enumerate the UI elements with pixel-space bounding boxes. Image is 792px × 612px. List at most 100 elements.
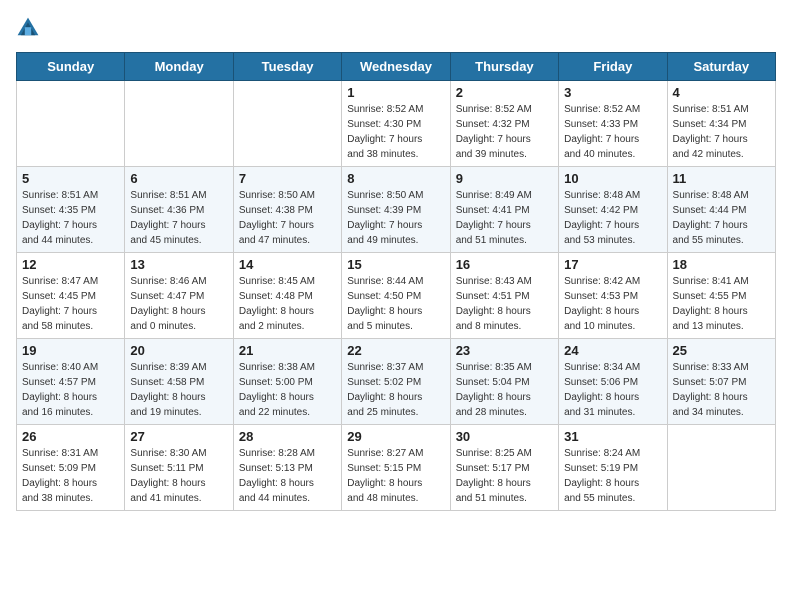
week-row-1: 1 Sunrise: 8:52 AMSunset: 4:30 PMDaylight… bbox=[17, 81, 776, 167]
calendar-cell: 17 Sunrise: 8:42 AMSunset: 4:53 PMDayligh… bbox=[559, 253, 667, 339]
day-number: 15 bbox=[347, 257, 444, 272]
week-row-2: 5 Sunrise: 8:51 AMSunset: 4:35 PMDaylight… bbox=[17, 167, 776, 253]
day-number: 5 bbox=[22, 171, 119, 186]
day-number: 12 bbox=[22, 257, 119, 272]
day-info: Sunrise: 8:52 AMSunset: 4:33 PMDaylight:… bbox=[564, 102, 661, 162]
day-number: 10 bbox=[564, 171, 661, 186]
calendar-cell bbox=[17, 81, 125, 167]
week-row-3: 12 Sunrise: 8:47 AMSunset: 4:45 PMDayligh… bbox=[17, 253, 776, 339]
day-number: 23 bbox=[456, 343, 553, 358]
calendar-cell: 22Sunrise: 8:37 AMSunset: 5:02 PMDayligh… bbox=[342, 339, 450, 425]
calendar-cell: 2Sunrise: 8:52 AMSunset: 4:32 PMDaylight… bbox=[450, 81, 558, 167]
day-info: Sunrise: 8:46 AMSunset: 4:47 PMDaylight:… bbox=[130, 274, 227, 334]
day-number: 7 bbox=[239, 171, 336, 186]
calendar-cell: 6 Sunrise: 8:51 AMSunset: 4:36 PMDaylight… bbox=[125, 167, 233, 253]
calendar-cell: 10 Sunrise: 8:48 AMSunset: 4:42 PMDayligh… bbox=[559, 167, 667, 253]
day-info: Sunrise: 8:44 AMSunset: 4:50 PMDaylight:… bbox=[347, 274, 444, 334]
day-info: Sunrise: 8:52 AMSunset: 4:30 PMDaylight:… bbox=[347, 102, 444, 162]
calendar-cell: 27Sunrise: 8:30 AMSunset: 5:11 PMDayligh… bbox=[125, 425, 233, 511]
calendar-cell: 25 Sunrise: 8:33 AMSunset: 5:07 PMDayligh… bbox=[667, 339, 775, 425]
day-info: Sunrise: 8:49 AMSunset: 4:41 PMDaylight:… bbox=[456, 188, 553, 248]
calendar-cell bbox=[667, 425, 775, 511]
day-headers-row: SundayMondayTuesdayWednesdayThursdayFrid… bbox=[17, 53, 776, 81]
day-info: Sunrise: 8:50 AMSunset: 4:38 PMDaylight:… bbox=[239, 188, 336, 248]
calendar-cell: 28 Sunrise: 8:28 AMSunset: 5:13 PMDayligh… bbox=[233, 425, 341, 511]
week-row-5: 26 Sunrise: 8:31 AMSunset: 5:09 PMDayligh… bbox=[17, 425, 776, 511]
day-info: Sunrise: 8:48 AMSunset: 4:42 PMDaylight:… bbox=[564, 188, 661, 248]
day-number: 29 bbox=[347, 429, 444, 444]
day-number: 8 bbox=[347, 171, 444, 186]
day-info: Sunrise: 8:51 AMSunset: 4:36 PMDaylight:… bbox=[130, 188, 227, 248]
day-number: 9 bbox=[456, 171, 553, 186]
day-info: Sunrise: 8:48 AMSunset: 4:44 PMDaylight:… bbox=[673, 188, 770, 248]
calendar-cell: 21 Sunrise: 8:38 AMSunset: 5:00 PMDayligh… bbox=[233, 339, 341, 425]
calendar-cell: 29 Sunrise: 8:27 AMSunset: 5:15 PMDayligh… bbox=[342, 425, 450, 511]
day-number: 25 bbox=[673, 343, 770, 358]
calendar-cell: 11 Sunrise: 8:48 AMSunset: 4:44 PMDayligh… bbox=[667, 167, 775, 253]
calendar-cell: 16 Sunrise: 8:43 AMSunset: 4:51 PMDayligh… bbox=[450, 253, 558, 339]
day-number: 21 bbox=[239, 343, 336, 358]
day-number: 22 bbox=[347, 343, 444, 358]
day-info: Sunrise: 8:39 AMSunset: 4:58 PMDaylight:… bbox=[130, 360, 227, 420]
day-number: 3 bbox=[564, 85, 661, 100]
day-header-tuesday: Tuesday bbox=[233, 53, 341, 81]
day-number: 11 bbox=[673, 171, 770, 186]
day-number: 6 bbox=[130, 171, 227, 186]
day-info: Sunrise: 8:33 AMSunset: 5:07 PMDaylight:… bbox=[673, 360, 770, 420]
calendar-cell: 31 Sunrise: 8:24 AMSunset: 5:19 PMDayligh… bbox=[559, 425, 667, 511]
day-number: 24 bbox=[564, 343, 661, 358]
calendar-cell: 23 Sunrise: 8:35 AMSunset: 5:04 PMDayligh… bbox=[450, 339, 558, 425]
day-number: 1 bbox=[347, 85, 444, 100]
day-info: Sunrise: 8:28 AMSunset: 5:13 PMDaylight:… bbox=[239, 446, 336, 506]
day-number: 26 bbox=[22, 429, 119, 444]
day-info: Sunrise: 8:47 AMSunset: 4:45 PMDaylight:… bbox=[22, 274, 119, 334]
calendar-cell: 24 Sunrise: 8:34 AMSunset: 5:06 PMDayligh… bbox=[559, 339, 667, 425]
day-header-wednesday: Wednesday bbox=[342, 53, 450, 81]
day-number: 17 bbox=[564, 257, 661, 272]
day-info: Sunrise: 8:34 AMSunset: 5:06 PMDaylight:… bbox=[564, 360, 661, 420]
day-info: Sunrise: 8:41 AMSunset: 4:55 PMDaylight:… bbox=[673, 274, 770, 334]
calendar-cell bbox=[233, 81, 341, 167]
day-number: 18 bbox=[673, 257, 770, 272]
day-info: Sunrise: 8:38 AMSunset: 5:00 PMDaylight:… bbox=[239, 360, 336, 420]
calendar-table: SundayMondayTuesdayWednesdayThursdayFrid… bbox=[16, 52, 776, 511]
calendar-cell: 18 Sunrise: 8:41 AMSunset: 4:55 PMDayligh… bbox=[667, 253, 775, 339]
calendar-cell: 12 Sunrise: 8:47 AMSunset: 4:45 PMDayligh… bbox=[17, 253, 125, 339]
calendar-cell: 14Sunrise: 8:45 AMSunset: 4:48 PMDayligh… bbox=[233, 253, 341, 339]
day-header-thursday: Thursday bbox=[450, 53, 558, 81]
day-number: 19 bbox=[22, 343, 119, 358]
calendar-cell: 4 Sunrise: 8:51 AMSunset: 4:34 PMDaylight… bbox=[667, 81, 775, 167]
week-row-4: 19Sunrise: 8:40 AMSunset: 4:57 PMDayligh… bbox=[17, 339, 776, 425]
logo bbox=[16, 16, 44, 40]
calendar-cell: 9 Sunrise: 8:49 AMSunset: 4:41 PMDaylight… bbox=[450, 167, 558, 253]
day-info: Sunrise: 8:31 AMSunset: 5:09 PMDaylight:… bbox=[22, 446, 119, 506]
day-info: Sunrise: 8:51 AMSunset: 4:34 PMDaylight:… bbox=[673, 102, 770, 162]
calendar-cell: 3 Sunrise: 8:52 AMSunset: 4:33 PMDaylight… bbox=[559, 81, 667, 167]
day-info: Sunrise: 8:35 AMSunset: 5:04 PMDaylight:… bbox=[456, 360, 553, 420]
calendar-cell: 26 Sunrise: 8:31 AMSunset: 5:09 PMDayligh… bbox=[17, 425, 125, 511]
day-info: Sunrise: 8:43 AMSunset: 4:51 PMDaylight:… bbox=[456, 274, 553, 334]
calendar-cell: 30Sunrise: 8:25 AMSunset: 5:17 PMDayligh… bbox=[450, 425, 558, 511]
day-info: Sunrise: 8:24 AMSunset: 5:19 PMDaylight:… bbox=[564, 446, 661, 506]
calendar-cell: 1 Sunrise: 8:52 AMSunset: 4:30 PMDaylight… bbox=[342, 81, 450, 167]
day-number: 27 bbox=[130, 429, 227, 444]
calendar-cell: 19Sunrise: 8:40 AMSunset: 4:57 PMDayligh… bbox=[17, 339, 125, 425]
calendar-cell bbox=[125, 81, 233, 167]
day-number: 31 bbox=[564, 429, 661, 444]
day-number: 16 bbox=[456, 257, 553, 272]
day-info: Sunrise: 8:42 AMSunset: 4:53 PMDaylight:… bbox=[564, 274, 661, 334]
calendar-cell: 7 Sunrise: 8:50 AMSunset: 4:38 PMDaylight… bbox=[233, 167, 341, 253]
day-info: Sunrise: 8:51 AMSunset: 4:35 PMDaylight:… bbox=[22, 188, 119, 248]
day-info: Sunrise: 8:25 AMSunset: 5:17 PMDaylight:… bbox=[456, 446, 553, 506]
logo-icon bbox=[16, 16, 40, 40]
day-number: 2 bbox=[456, 85, 553, 100]
day-header-saturday: Saturday bbox=[667, 53, 775, 81]
day-header-friday: Friday bbox=[559, 53, 667, 81]
day-number: 4 bbox=[673, 85, 770, 100]
day-info: Sunrise: 8:27 AMSunset: 5:15 PMDaylight:… bbox=[347, 446, 444, 506]
calendar-cell: 15 Sunrise: 8:44 AMSunset: 4:50 PMDayligh… bbox=[342, 253, 450, 339]
day-header-monday: Monday bbox=[125, 53, 233, 81]
day-number: 14 bbox=[239, 257, 336, 272]
day-number: 13 bbox=[130, 257, 227, 272]
day-number: 28 bbox=[239, 429, 336, 444]
